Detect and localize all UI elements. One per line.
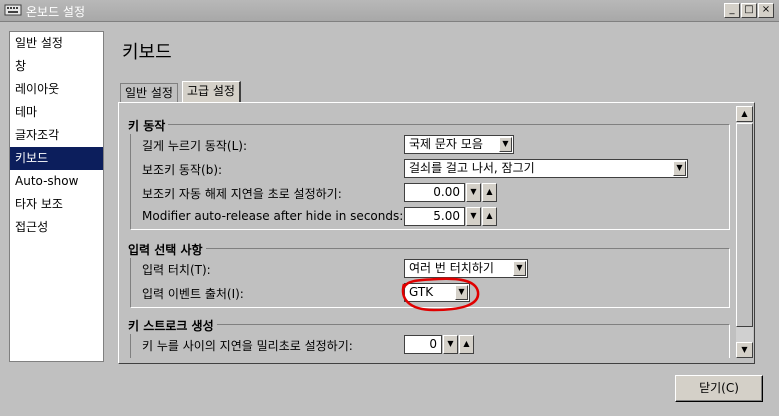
increment-icon[interactable]: ▲ xyxy=(482,183,497,202)
keyboard-icon xyxy=(4,4,22,16)
sidebar-item-typing-assist[interactable]: 타자 보조 xyxy=(10,193,103,216)
decrement-icon[interactable]: ▼ xyxy=(466,183,481,202)
highlight-annotation xyxy=(401,277,480,312)
decrement-icon[interactable]: ▼ xyxy=(443,335,458,354)
scroll-down-icon[interactable]: ▼ xyxy=(736,342,753,358)
sidebar-item-general[interactable]: 일반 설정 xyxy=(10,32,103,55)
tab-advanced[interactable]: 고급 설정 xyxy=(182,81,241,103)
section-title-input: 입력 선택 사항 xyxy=(128,241,206,258)
title-bar[interactable]: 온보드 설정 _ □ × xyxy=(0,0,779,22)
touch-label: 입력 터치(T): xyxy=(142,263,211,277)
minimize-button[interactable]: _ xyxy=(724,3,740,18)
sidebar-item-theme[interactable]: 테마 xyxy=(10,101,103,124)
settings-window: 온보드 설정 _ □ × 일반 설정 창 레이아웃 테마 글자조각 키보드 Au… xyxy=(0,0,779,416)
hide-release-value[interactable]: 5.00 xyxy=(404,207,465,226)
scrollable-content: 키 동작 길게 누르기 동작(L): 국제 문자 모음 ▼ 보조키 동작(b):… xyxy=(124,108,736,358)
auto-release-label: 보조키 자동 해제 지연을 초로 설정하기: xyxy=(142,187,342,201)
sidebar-item-auto-show[interactable]: Auto-show xyxy=(10,170,103,193)
page-title: 키보드 xyxy=(122,42,172,63)
section-title-key-action: 키 동작 xyxy=(128,117,169,134)
increment-icon[interactable]: ▲ xyxy=(482,207,497,226)
auto-release-value[interactable]: 0.00 xyxy=(404,183,465,202)
close-button[interactable]: 닫기(C) xyxy=(675,375,763,402)
long-press-label: 길게 누르기 동작(L): xyxy=(142,139,248,153)
scroll-thumb[interactable] xyxy=(736,123,753,327)
close-window-button[interactable]: × xyxy=(758,3,774,18)
modifier-label: 보조키 동작(b): xyxy=(142,163,223,177)
touch-value: 여러 번 터치하기 xyxy=(409,261,494,275)
delay-value[interactable]: 0 xyxy=(404,335,442,354)
window-title: 온보드 설정 xyxy=(26,5,86,19)
modifier-value: 걸쇠를 걸고 나서, 잠그기 xyxy=(409,161,535,175)
scroll-up-icon[interactable]: ▲ xyxy=(736,106,753,122)
sidebar-item-snippets[interactable]: 글자조각 xyxy=(10,124,103,147)
section-title-keystroke: 키 스트로크 생성 xyxy=(128,317,217,334)
event-source-label: 입력 이벤트 출처(I): xyxy=(142,287,244,301)
maximize-button[interactable]: □ xyxy=(741,3,757,18)
long-press-value: 국제 문자 모음 xyxy=(409,137,483,151)
sidebar-item-keyboard[interactable]: 키보드 xyxy=(10,147,103,170)
sidebar-item-layout[interactable]: 레이아웃 xyxy=(10,78,103,101)
tab-general[interactable]: 일반 설정 xyxy=(120,83,178,104)
category-list: 일반 설정 창 레이아웃 테마 글자조각 키보드 Auto-show 타자 보조… xyxy=(9,31,104,362)
vertical-scrollbar[interactable]: ▲ ▼ xyxy=(736,106,753,358)
long-press-combo[interactable]: 국제 문자 모음 ▼ xyxy=(404,135,514,154)
chevron-down-icon[interactable]: ▼ xyxy=(673,161,686,176)
chevron-down-icon[interactable]: ▼ xyxy=(499,137,512,152)
delay-label: 키 누를 사이의 지연을 밀리초로 설정하기: xyxy=(142,339,353,353)
modifier-combo[interactable]: 걸쇠를 걸고 나서, 잠그기 ▼ xyxy=(404,159,688,178)
increment-icon[interactable]: ▲ xyxy=(459,335,474,354)
sidebar-item-window[interactable]: 창 xyxy=(10,55,103,78)
chevron-down-icon[interactable]: ▼ xyxy=(513,261,526,276)
hide-release-label: Modifier auto-release after hide in seco… xyxy=(142,209,404,223)
decrement-icon[interactable]: ▼ xyxy=(466,207,481,226)
sidebar-item-accessibility[interactable]: 접근성 xyxy=(10,216,103,239)
